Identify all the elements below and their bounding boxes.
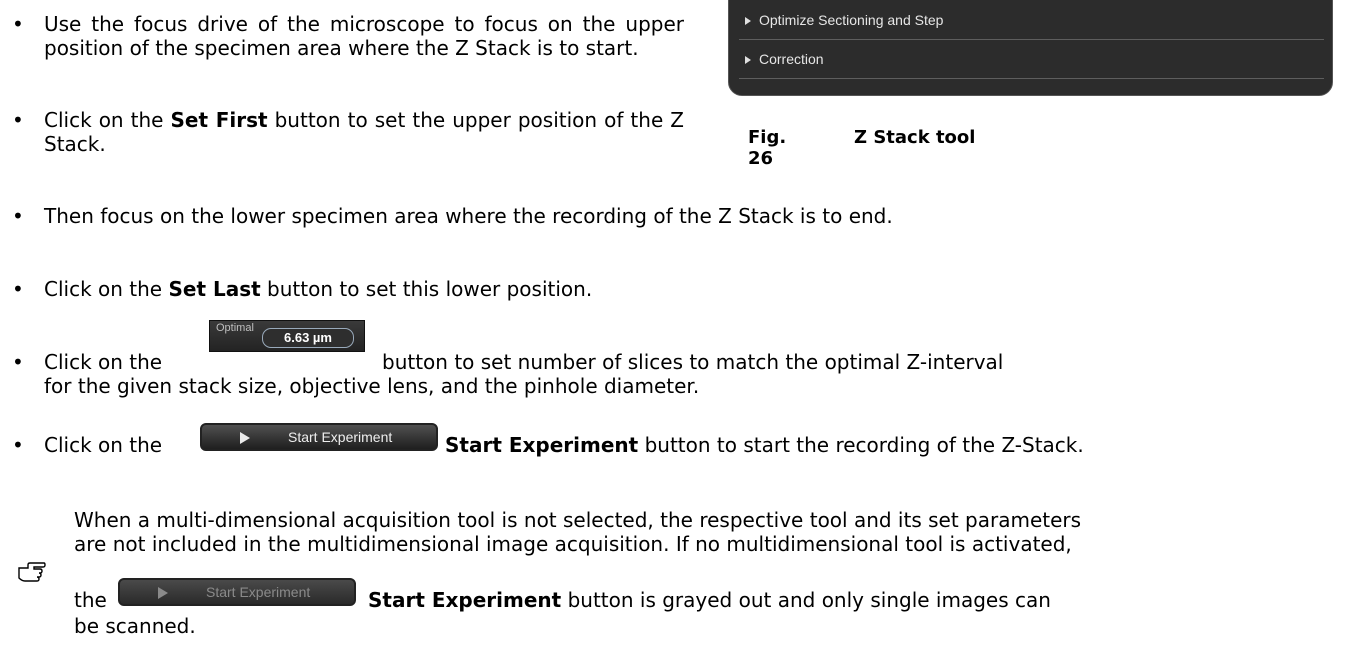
bullet-text-1: Use the focus drive of the microscope to… — [44, 12, 684, 60]
note-line-2: are not included in the multidimensional… — [74, 532, 1072, 556]
note-line-1: When a multi-dimensional acquisition too… — [74, 508, 1082, 532]
play-icon — [158, 587, 168, 599]
pointing-hand-icon — [18, 562, 46, 582]
start-experiment-button[interactable]: Start Experiment — [200, 423, 438, 451]
expand-triangle-icon — [745, 56, 751, 64]
bullet-dot: • — [12, 12, 24, 36]
text: button is grayed out and only single ima… — [561, 588, 1051, 612]
optimal-value: 6.63 µm — [262, 328, 354, 348]
bullet-text-5-pre: Click on the — [44, 350, 163, 374]
bullet-text-5-line2: for the given stack size, objective lens… — [44, 374, 700, 398]
bullet-text-4: Click on the Set Last button to set this… — [44, 277, 592, 301]
correction-row[interactable]: Correction — [739, 40, 1324, 79]
bullet-text-2: Click on the Set First button to set the… — [44, 108, 684, 156]
optimal-label: Optimal — [216, 322, 254, 334]
expand-triangle-icon — [745, 17, 751, 25]
note-line-3-post: Start Experiment button is grayed out an… — [368, 588, 1051, 612]
optimize-sectioning-row[interactable]: Optimize Sectioning and Step — [739, 1, 1324, 40]
text: Click on the — [44, 108, 171, 132]
figure-title: Z Stack tool — [854, 127, 976, 148]
bullet-text-3: Then focus on the lower specimen area wh… — [44, 204, 893, 228]
start-experiment-label: Start Experiment — [368, 588, 562, 612]
bullet-text-5-post: button to set number of slices to match … — [382, 350, 1004, 374]
play-icon — [240, 432, 250, 444]
bullet-text-6-pre: Click on the — [44, 433, 163, 457]
bullet-dot: • — [12, 277, 24, 301]
start-experiment-button-disabled: Start Experiment — [118, 578, 356, 606]
set-first-label: Set First — [170, 108, 268, 132]
start-experiment-button-label: Start Experiment — [206, 584, 311, 600]
row-label: Optimize Sectioning and Step — [759, 12, 944, 28]
bullet-text-6-post: Start Experiment button to start the rec… — [445, 433, 1084, 457]
bullet-dot: • — [12, 108, 24, 132]
set-last-label: Set Last — [168, 277, 261, 301]
z-stack-tool-panel: Optimize Sectioning and Step Correction — [728, 0, 1333, 96]
start-experiment-label: Start Experiment — [445, 433, 639, 457]
figure-number: Fig. 26 — [748, 127, 787, 169]
text: Click on the — [44, 277, 169, 301]
start-experiment-button-label: Start Experiment — [288, 429, 393, 445]
note-line-4: be scanned. — [74, 614, 196, 638]
text: button to set this lower position. — [260, 277, 593, 301]
bullet-dot: • — [12, 204, 24, 228]
bullet-dot: • — [12, 433, 24, 457]
optimal-button[interactable]: Optimal 6.63 µm — [209, 320, 365, 352]
bullet-dot: • — [12, 350, 24, 374]
row-label: Correction — [759, 51, 824, 67]
note-line-3-pre: the — [74, 588, 107, 612]
text: button to start the recording of the Z-S… — [638, 433, 1084, 457]
